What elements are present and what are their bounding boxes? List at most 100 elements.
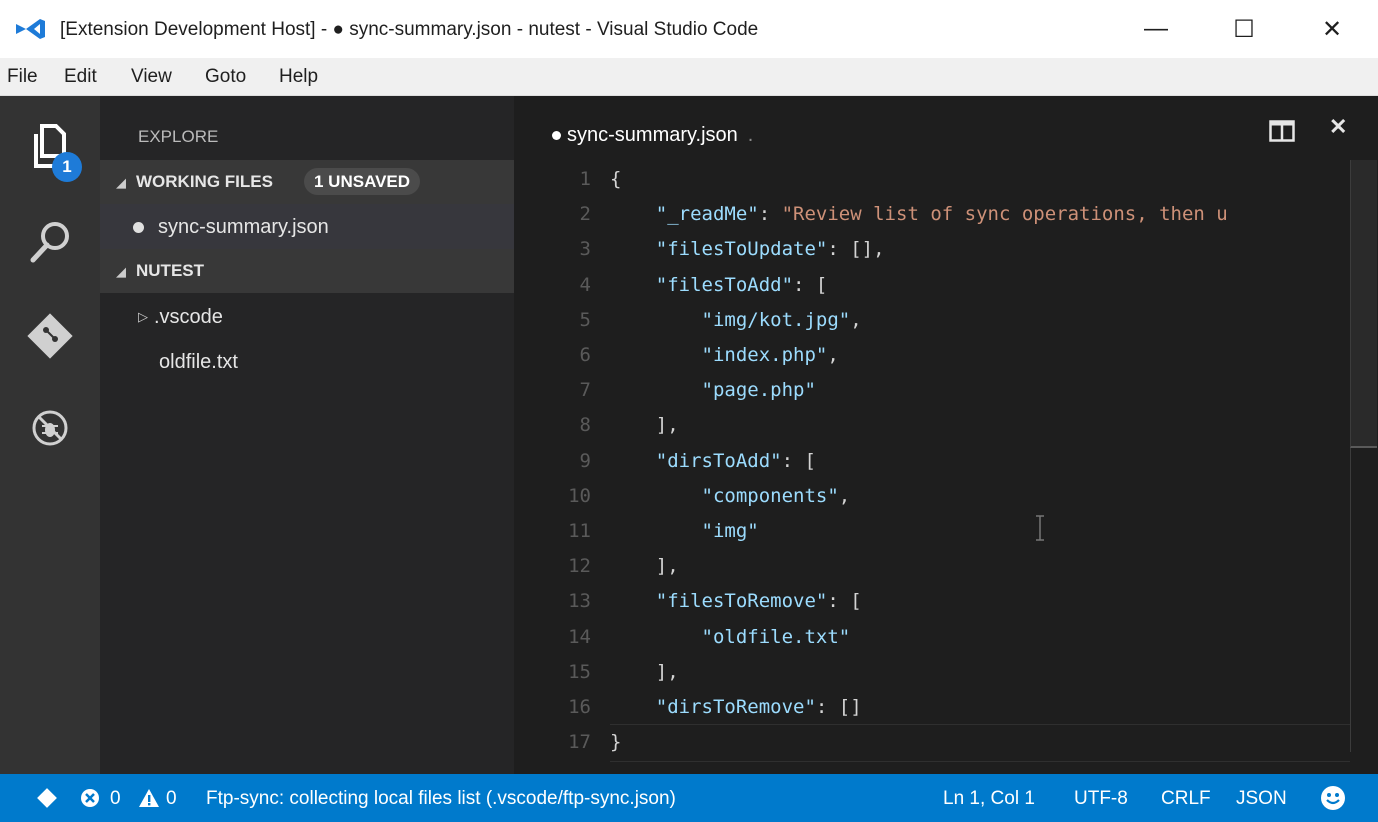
window-title: [Extension Development Host] - ● sync-su… [60, 19, 759, 40]
json-punctuation: : [] [815, 696, 862, 718]
project-section[interactable]: ◢ NUTEST [100, 249, 514, 293]
unsaved-badge: 1 UNSAVED [304, 168, 421, 195]
line-number: 15 [568, 660, 591, 683]
line-number: 17 [568, 731, 591, 754]
json-punctuation: , [850, 308, 862, 331]
menu-goto[interactable]: Goto [205, 66, 246, 88]
line-number: 10 [568, 484, 591, 507]
status-bar: 0 0 Ftp-sync: collecting local files lis… [0, 774, 1378, 822]
menu-bar: File Edit View Goto Help [0, 58, 1378, 96]
json-token: "_readMe" [655, 203, 759, 226]
code-line[interactable]: 3 "filesToUpdate": [], [514, 232, 1350, 268]
close-editor-button[interactable]: ✕ [1329, 114, 1347, 140]
expand-arrow-icon: ▷ [138, 309, 148, 324]
json-punctuation: , [838, 484, 851, 507]
code-line[interactable]: 8 ], [514, 408, 1350, 444]
error-icon[interactable] [80, 788, 100, 808]
code-line[interactable]: 15 ], [514, 655, 1350, 691]
json-token: "filesToAdd" [655, 273, 794, 296]
title-bar: [Extension Development Host] - ● sync-su… [0, 0, 1378, 58]
git-branch-icon[interactable] [36, 787, 58, 809]
code-line[interactable]: 10 "components", [514, 479, 1350, 515]
tab-suffix: . [747, 124, 754, 146]
json-punctuation: : [ [827, 590, 862, 613]
collapse-arrow-icon: ◢ [116, 175, 126, 190]
eol-indicator[interactable]: CRLF [1161, 788, 1211, 810]
json-token: "dirsToRemove" [655, 696, 816, 718]
line-number: 8 [579, 414, 591, 437]
code-line[interactable]: 9 "dirsToAdd": [ [514, 444, 1350, 480]
json-punctuation: : [ [781, 449, 816, 472]
search-icon[interactable] [22, 214, 78, 270]
code-line[interactable]: 13 "filesToRemove": [ [514, 584, 1350, 620]
explorer-badge: 1 [52, 152, 82, 182]
vscode-logo-icon [16, 19, 45, 39]
editor-tab[interactable]: sync-summary.json. [552, 124, 753, 147]
menu-edit[interactable]: Edit [64, 66, 97, 88]
code-line[interactable]: 7 "page.php" [514, 373, 1350, 409]
collapse-arrow-icon: ◢ [116, 264, 126, 279]
json-punctuation: { [610, 168, 622, 190]
json-punctuation: ], [610, 555, 679, 578]
feedback-smiley-icon[interactable] [1320, 785, 1346, 811]
line-code: ], [610, 555, 679, 577]
working-file-item[interactable]: sync-summary.json [100, 204, 514, 249]
project-label: NUTEST [136, 261, 204, 280]
split-editor-icon[interactable] [1269, 120, 1295, 142]
json-token: "img/kot.jpg" [701, 308, 851, 331]
code-line[interactable]: 1{ [514, 162, 1350, 198]
code-line[interactable]: 16 "dirsToRemove": [] [514, 690, 1350, 726]
working-files-section[interactable]: ◢ WORKING FILES 1 UNSAVED [100, 160, 514, 204]
language-mode[interactable]: JSON [1236, 788, 1287, 810]
working-files-label: WORKING FILES [136, 172, 273, 191]
code-line[interactable]: 12 ], [514, 549, 1350, 585]
line-code: "filesToUpdate": [], [610, 238, 885, 260]
json-punctuation [610, 379, 702, 401]
tree-file-oldfile[interactable]: oldfile.txt [159, 351, 238, 374]
json-punctuation: ], [610, 660, 679, 683]
error-count[interactable]: 0 [110, 788, 121, 810]
explorer-sidebar: EXPLORE ◢ WORKING FILES 1 UNSAVED sync-s… [100, 96, 514, 774]
json-punctuation [610, 274, 656, 296]
line-number: 13 [568, 590, 591, 613]
json-punctuation [610, 344, 702, 366]
close-window-button[interactable]: ✕ [1288, 0, 1376, 58]
json-token: "filesToRemove" [655, 590, 828, 613]
line-number: 7 [579, 379, 591, 402]
code-line[interactable]: 17} [514, 725, 1350, 761]
json-token: "dirsToAdd" [655, 449, 782, 472]
encoding-indicator[interactable]: UTF-8 [1074, 788, 1128, 810]
code-line[interactable]: 6 "index.php", [514, 338, 1350, 374]
unsaved-dot-icon [552, 131, 561, 141]
minimize-button[interactable]: — [1112, 0, 1200, 58]
folder-name: .vscode [154, 306, 223, 328]
json-token: "page.php" [701, 379, 816, 402]
menu-help[interactable]: Help [279, 66, 318, 88]
menu-file[interactable]: File [7, 66, 38, 88]
line-number: 1 [579, 168, 591, 190]
maximize-button[interactable]: ☐ [1200, 0, 1288, 58]
code-line[interactable]: 4 "filesToAdd": [ [514, 268, 1350, 304]
git-icon[interactable] [22, 308, 78, 364]
vertical-scrollbar-thumb[interactable] [1350, 160, 1377, 448]
code-line[interactable]: 2 "_readMe": "Review list of sync operat… [514, 197, 1350, 233]
editor-area[interactable]: sync-summary.json. ✕ 1{2 "_readMe": "Rev… [514, 96, 1378, 774]
tree-folder-vscode[interactable]: ▷ .vscode [138, 306, 223, 329]
code-view[interactable]: 1{2 "_readMe": "Review list of sync oper… [514, 162, 1350, 762]
code-line[interactable]: 5 "img/kot.jpg", [514, 303, 1350, 339]
code-line[interactable]: 14 "oldfile.txt" [514, 620, 1350, 656]
json-punctuation [610, 485, 702, 507]
text-cursor-icon [1036, 515, 1044, 541]
debug-icon[interactable] [22, 400, 78, 456]
warning-count[interactable]: 0 [166, 788, 177, 810]
line-number: 16 [568, 696, 591, 718]
json-token: "img" [701, 520, 759, 542]
line-code: "dirsToRemove": [] [610, 696, 862, 718]
cursor-position[interactable]: Ln 1, Col 1 [943, 788, 1035, 810]
line-number: 5 [579, 308, 591, 331]
line-code: "page.php" [610, 379, 816, 401]
code-line[interactable]: 11 "img" [514, 514, 1350, 550]
menu-view[interactable]: View [131, 66, 172, 88]
warning-icon[interactable] [138, 788, 160, 808]
tab-label: sync-summary.json [567, 124, 738, 146]
